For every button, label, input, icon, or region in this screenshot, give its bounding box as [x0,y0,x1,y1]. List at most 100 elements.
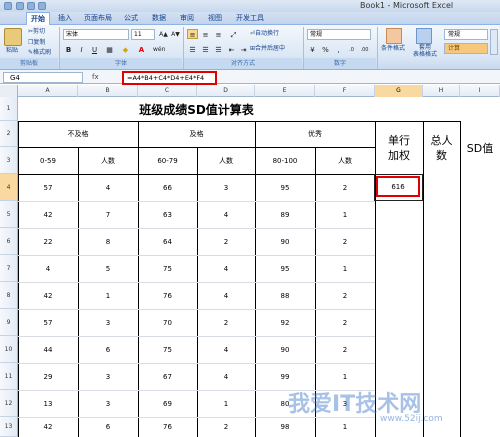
copy-button[interactable]: ❐复制 [28,38,45,48]
align-left-icon[interactable]: ☰ [187,44,198,54]
decrease-indent-icon[interactable]: ⇤ [226,44,237,54]
cell-c12[interactable]: 69 [138,390,197,417]
redo-icon[interactable] [38,2,46,10]
row-header-4[interactable]: 4 [0,174,18,201]
cell-b12[interactable]: 3 [78,390,138,417]
cell-c4[interactable]: 66 [138,174,197,201]
grow-font-icon[interactable]: A▲ [158,29,169,39]
phonetic-icon[interactable]: wén [152,44,165,54]
cell-b10[interactable]: 6 [78,336,138,363]
align-top-icon[interactable]: ≡ [187,29,198,39]
table-format-icon[interactable] [416,28,432,44]
decrease-decimal-icon[interactable]: .00 [359,44,370,54]
font-size-combo[interactable]: 11 [131,29,155,40]
paste-icon[interactable] [4,28,22,46]
row-header-8[interactable]: 8 [0,282,18,309]
italic-button[interactable]: I [76,44,87,54]
cell-b6[interactable]: 8 [78,228,138,255]
conditional-format-icon[interactable] [386,28,402,44]
cell-b11[interactable]: 3 [78,363,138,390]
fill-color-icon[interactable]: ◆ [120,44,131,54]
column-header-e[interactable]: E [255,85,315,97]
cell-d13[interactable]: 2 [197,417,255,437]
cell-d12[interactable]: 1 [197,390,255,417]
row-header-7[interactable]: 7 [0,255,18,282]
name-box[interactable]: G4 [3,72,83,83]
bold-button[interactable]: B [63,44,74,54]
orientation-icon[interactable]: ⤢ [228,29,239,39]
cell-c10[interactable]: 75 [138,336,197,363]
cell-f10[interactable]: 2 [315,336,375,363]
header-weighted[interactable]: 单行 加权 [375,121,423,174]
cell-c7[interactable]: 75 [138,255,197,282]
cell-c9[interactable]: 70 [138,309,197,336]
cell-e7[interactable]: 95 [255,255,315,282]
office-button-icon[interactable] [4,2,12,10]
fx-icon[interactable]: fx [92,72,122,83]
wrap-text-button[interactable]: ⏎自动换行 [250,29,279,39]
cell-a7[interactable]: 4 [18,255,78,282]
tab-insert[interactable]: 插入 [54,12,76,25]
align-center-icon[interactable]: ☰ [200,44,211,54]
cell-b5[interactable]: 7 [78,201,138,228]
tab-page-layout[interactable]: 页面布局 [80,12,116,25]
cell-d6[interactable]: 2 [197,228,255,255]
cell-a8[interactable]: 42 [18,282,78,309]
tab-home[interactable]: 开始 [26,12,50,26]
cell-d9[interactable]: 2 [197,309,255,336]
header-fail[interactable]: 不及格 [18,121,138,147]
merge-center-button[interactable]: ⊞合并后居中 [250,44,285,54]
currency-icon[interactable]: ¥ [307,44,318,54]
header-sd[interactable]: SD值 [460,121,500,174]
cell-c13[interactable]: 76 [138,417,197,437]
cell-a13[interactable]: 42 [18,417,78,437]
cell-b7[interactable]: 5 [78,255,138,282]
header-excellent[interactable]: 优秀 [255,121,375,147]
cell-e11[interactable]: 99 [255,363,315,390]
style-normal[interactable]: 常规 [444,29,488,40]
cell-f11[interactable]: 1 [315,363,375,390]
header-count[interactable]: 人数 [78,147,138,174]
cell-c5[interactable]: 63 [138,201,197,228]
cell-f7[interactable]: 1 [315,255,375,282]
header-range-pass[interactable]: 60-79 [138,147,197,174]
cell-a4[interactable]: 57 [18,174,78,201]
increase-indent-icon[interactable]: ⇥ [238,44,249,54]
column-header-f[interactable]: F [315,85,375,97]
sheet-title[interactable]: 班级成绩SD值计算表 [18,97,375,121]
cell-d5[interactable]: 4 [197,201,255,228]
row-header-10[interactable]: 10 [0,336,18,363]
column-header-i[interactable]: I [460,85,500,97]
tab-developer[interactable]: 开发工具 [232,12,268,25]
cell-d11[interactable]: 4 [197,363,255,390]
cell-e4[interactable]: 95 [255,174,315,201]
cell-b9[interactable]: 3 [78,309,138,336]
header-count[interactable]: 人数 [315,147,375,174]
percent-icon[interactable]: % [320,44,331,54]
cell-d10[interactable]: 4 [197,336,255,363]
style-calculation[interactable]: 计算 [444,43,488,54]
cell-b13[interactable]: 6 [78,417,138,437]
conditional-format-button[interactable]: 条件格式 [381,44,405,54]
cell-e9[interactable]: 92 [255,309,315,336]
borders-icon[interactable]: ▦ [104,44,115,54]
cell-a6[interactable]: 22 [18,228,78,255]
row-header-9[interactable]: 9 [0,309,18,336]
table-format-button[interactable]: 套用 表格格式 [411,44,439,58]
cut-button[interactable]: ✂剪切 [28,27,45,37]
tab-data[interactable]: 数据 [148,12,170,25]
cell-f9[interactable]: 2 [315,309,375,336]
shrink-font-icon[interactable]: A▼ [170,29,181,39]
align-right-icon[interactable]: ☰ [213,44,224,54]
cell-b8[interactable]: 1 [78,282,138,309]
row-header-5[interactable]: 5 [0,201,18,228]
cell-a11[interactable]: 29 [18,363,78,390]
row-header-13[interactable]: 13 [0,417,18,437]
row-header-6[interactable]: 6 [0,228,18,255]
cell-a12[interactable]: 13 [18,390,78,417]
cell-f5[interactable]: 1 [315,201,375,228]
cell-a9[interactable]: 57 [18,309,78,336]
column-header-a[interactable]: A [18,85,78,97]
row-header-11[interactable]: 11 [0,363,18,390]
cell-e6[interactable]: 90 [255,228,315,255]
